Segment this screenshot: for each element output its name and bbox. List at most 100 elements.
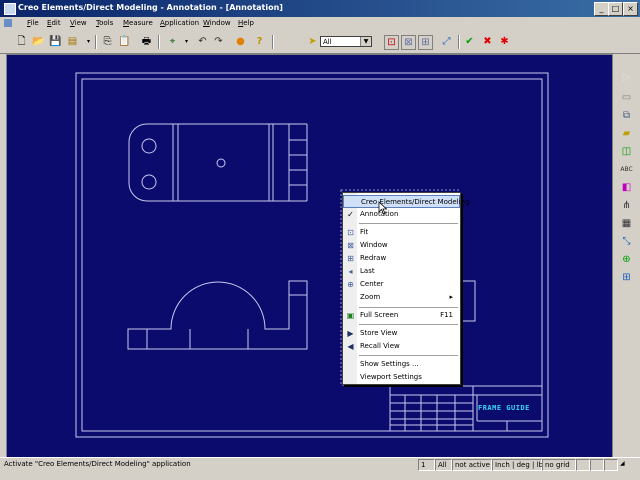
text-abc-icon[interactable]: ABC — [620, 164, 633, 176]
play-icon[interactable]: ▷ — [620, 72, 633, 84]
status-grid[interactable]: no grid — [542, 459, 576, 471]
pointer-icon[interactable]: ➤ — [306, 35, 319, 48]
view-icon[interactable]: ⧉ — [620, 110, 633, 122]
center-icon: ⊕ — [347, 280, 354, 289]
status-box-3[interactable] — [604, 459, 618, 471]
menu-window[interactable]: Window — [203, 19, 231, 27]
info-icon[interactable]: ● — [234, 35, 247, 48]
status-bar: Activate "Creo Elements/Direct Modeling"… — [0, 457, 640, 471]
window-zoom-icon: ⊠ — [347, 241, 354, 250]
menu-item-window[interactable]: ⊠ Window — [343, 239, 460, 252]
minimize-button[interactable]: _ — [594, 2, 609, 16]
menu-file[interactable]: File — [27, 19, 39, 27]
recall-view-icon: ◀ — [347, 342, 354, 351]
redo-icon[interactable]: ↷ — [212, 35, 225, 48]
print-icon[interactable]: 🖶 — [140, 35, 153, 48]
menu-view[interactable]: View — [70, 19, 87, 27]
dimension-icon[interactable]: ◫ — [620, 146, 633, 158]
print-setup-dropdown-icon[interactable]: ▾ — [82, 35, 95, 48]
title-bar: Creo Elements/Direct Modeling - Annotati… — [0, 0, 640, 17]
mouse-cursor-icon — [378, 201, 388, 215]
selection-filter-value: All — [323, 38, 332, 46]
settings-icon[interactable]: ⊞ — [620, 272, 633, 284]
print-setup-icon[interactable]: ▤ — [66, 35, 79, 48]
menu-item-annotation[interactable]: ✓ Annotation — [343, 208, 460, 221]
menu-item-creo-modeling[interactable]: Creo Elements/Direct Modeling — [343, 195, 469, 208]
menu-separator — [359, 307, 458, 308]
drawing-canvas — [75, 72, 549, 438]
last-view-icon: ◂ — [348, 267, 353, 276]
transform-dropdown-icon[interactable]: ▾ — [180, 35, 193, 48]
cancel-icon[interactable]: ✖ — [481, 35, 494, 48]
drawing-frame-inner — [81, 78, 543, 432]
maximize-button[interactable]: □ — [608, 2, 623, 16]
shortcut-f11: F11 — [440, 311, 453, 319]
select-icon-2[interactable]: ⊠ — [401, 35, 416, 50]
copy-icon[interactable]: ⎘ — [101, 35, 114, 48]
undo-icon[interactable]: ↶ — [196, 35, 209, 48]
window-title: Creo Elements/Direct Modeling - Annotati… — [18, 3, 283, 12]
menu-separator — [359, 355, 458, 356]
menu-item-center[interactable]: ⊕ Center — [343, 278, 460, 291]
status-filter[interactable]: All — [435, 459, 452, 471]
menu-edit[interactable]: Edit — [47, 19, 61, 27]
redline-icon[interactable]: ⊕ — [620, 254, 633, 266]
status-message: Activate "Creo Elements/Direct Modeling"… — [4, 460, 191, 468]
transform-icon[interactable]: ⌖ — [166, 35, 179, 48]
part-front-view — [127, 280, 308, 350]
abort-icon[interactable]: ✱ — [498, 35, 511, 48]
menu-item-fit[interactable]: ⊡ Fit — [343, 226, 460, 239]
status-box-2[interactable] — [590, 459, 604, 471]
symbol-icon[interactable]: ◧ — [620, 182, 633, 194]
hatch-icon[interactable]: ⋔ — [620, 200, 633, 212]
drawing-viewport[interactable] — [6, 54, 613, 458]
menu-item-last[interactable]: ◂ Last — [343, 265, 460, 278]
pick-icon[interactable]: ⤢ — [440, 35, 453, 48]
edit-icon[interactable]: ⤡ — [620, 236, 633, 248]
document-icon[interactable] — [4, 19, 12, 27]
folder-icon[interactable]: ▰ — [620, 128, 633, 140]
fit-icon: ⊡ — [347, 228, 354, 237]
help-icon[interactable]: ? — [253, 35, 266, 48]
menu-application[interactable]: Application — [160, 19, 199, 27]
menu-bar: File Edit View Tools Measure Application… — [0, 17, 640, 30]
resize-grip-icon[interactable]: ◢ — [618, 459, 630, 469]
menu-item-zoom[interactable]: Zoom ▸ — [343, 291, 460, 304]
status-box-1[interactable] — [576, 459, 590, 471]
status-state[interactable]: not active — [452, 459, 492, 471]
menu-item-show-settings[interactable]: Show Settings ... — [343, 358, 460, 371]
open-icon[interactable]: 📂 — [32, 35, 45, 48]
status-page[interactable]: 1 — [418, 459, 435, 471]
toolbar-separator — [95, 35, 97, 49]
select-box-icon[interactable]: ⊡ — [384, 35, 399, 50]
part-side-view — [460, 280, 476, 322]
paste-icon[interactable]: 📋 — [118, 35, 131, 48]
toolbar-separator — [158, 35, 160, 49]
close-button[interactable]: × — [623, 2, 638, 16]
drawing-frame-outer — [75, 72, 549, 438]
status-units[interactable]: Inch | deg | lb — [492, 459, 543, 471]
store-view-icon: ▶ — [347, 329, 354, 338]
select-icon-3[interactable]: ⊞ — [418, 35, 433, 50]
table-icon[interactable]: ▦ — [620, 218, 633, 230]
ok-icon[interactable]: ✔ — [463, 35, 476, 48]
menu-item-recall-view[interactable]: ◀ Recall View — [343, 340, 460, 353]
menu-tools[interactable]: Tools — [96, 19, 113, 27]
toolbar-separator — [458, 35, 460, 49]
app-icon[interactable] — [4, 3, 16, 15]
menu-item-full-screen[interactable]: ▣ Full Screen F11 — [343, 309, 460, 322]
new-icon[interactable]: 🗋 — [15, 35, 28, 48]
redraw-icon: ⊞ — [347, 254, 354, 263]
menu-measure[interactable]: Measure — [123, 19, 153, 27]
menu-item-viewport-settings[interactable]: Viewport Settings — [343, 371, 460, 384]
title-block-label: FRAME GUIDE — [478, 404, 530, 412]
chevron-down-icon[interactable]: ▼ — [360, 37, 371, 46]
sheet-icon[interactable]: ▭ — [620, 92, 633, 104]
checkmark-icon: ✓ — [347, 210, 354, 219]
menu-help[interactable]: Help — [238, 19, 254, 27]
save-icon[interactable]: 💾 — [49, 35, 62, 48]
selection-filter-select[interactable]: All ▼ — [320, 36, 372, 47]
context-menu: Creo Elements/Direct Modeling ✓ Annotati… — [342, 192, 469, 385]
menu-item-store-view[interactable]: ▶ Store View — [343, 327, 460, 340]
menu-item-redraw[interactable]: ⊞ Redraw — [343, 252, 460, 265]
